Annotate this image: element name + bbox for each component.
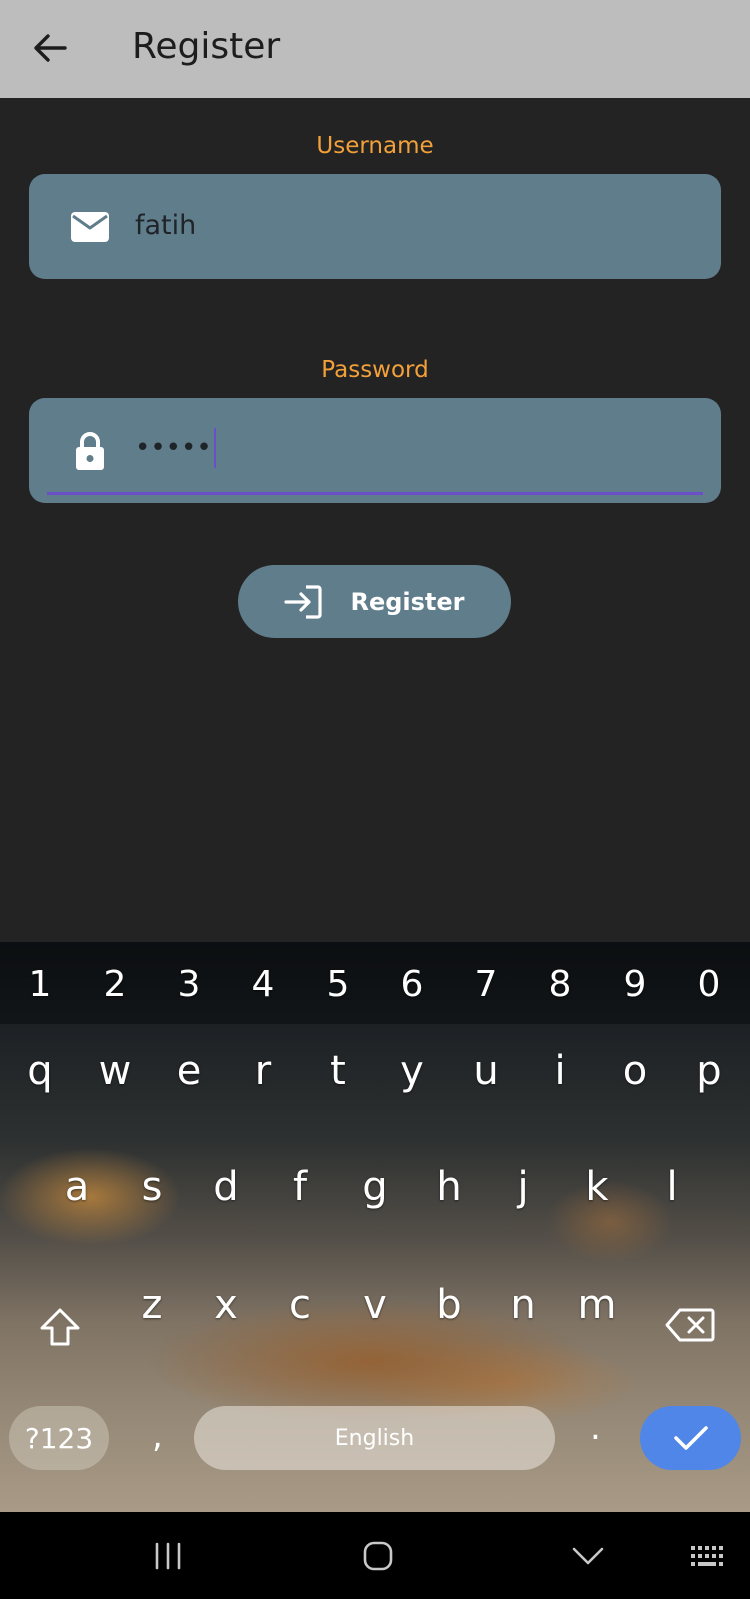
key-i[interactable]: i — [554, 1048, 565, 1094]
keyboard-switch-button[interactable] — [688, 1534, 728, 1578]
system-nav-bar — [0, 1512, 750, 1599]
key-0[interactable]: 0 — [698, 964, 721, 1005]
key-h[interactable]: h — [436, 1164, 461, 1210]
key-x[interactable]: x — [214, 1282, 238, 1328]
space-key[interactable]: English — [194, 1406, 555, 1470]
key-v[interactable]: v — [363, 1282, 387, 1328]
login-icon — [284, 584, 323, 619]
key-o[interactable]: o — [623, 1048, 647, 1094]
check-icon — [673, 1426, 708, 1450]
key-j[interactable]: j — [517, 1164, 528, 1210]
key-2[interactable]: 2 — [104, 964, 127, 1005]
key-8[interactable]: 8 — [549, 964, 572, 1005]
hide-keyboard-icon — [572, 1547, 604, 1565]
password-dots: ••••• — [135, 433, 212, 463]
username-label: Username — [316, 133, 434, 159]
key-4[interactable]: 4 — [252, 964, 275, 1005]
key-z[interactable]: z — [142, 1282, 163, 1328]
password-value: ••••• — [135, 428, 216, 468]
key-a[interactable]: a — [65, 1164, 90, 1210]
period-key[interactable]: . — [590, 1408, 601, 1448]
key-y[interactable]: y — [400, 1048, 424, 1094]
shift-key[interactable] — [36, 1306, 84, 1348]
key-p[interactable]: p — [696, 1048, 721, 1094]
keyboard-icon — [691, 1546, 723, 1566]
password-label: Password — [321, 357, 429, 383]
key-s[interactable]: s — [142, 1164, 163, 1210]
focus-underline — [47, 492, 703, 495]
register-button[interactable]: Register — [238, 565, 511, 638]
arrow-left-icon — [34, 34, 67, 62]
key-g[interactable]: g — [362, 1164, 387, 1210]
home-button[interactable] — [356, 1534, 400, 1578]
lock-icon — [69, 430, 111, 472]
key-6[interactable]: 6 — [401, 964, 424, 1005]
backspace-icon — [665, 1308, 715, 1342]
back-button[interactable] — [22, 22, 78, 74]
recents-button[interactable] — [148, 1534, 188, 1578]
key-q[interactable]: q — [27, 1048, 52, 1094]
key-r[interactable]: r — [255, 1048, 271, 1094]
key-3[interactable]: 3 — [178, 964, 201, 1005]
mail-icon — [69, 206, 111, 248]
username-field[interactable]: fatih — [29, 174, 721, 279]
username-value: fatih — [135, 210, 197, 241]
key-d[interactable]: d — [213, 1164, 238, 1210]
comma-key[interactable]: , — [152, 1416, 163, 1456]
register-button-label: Register — [350, 587, 465, 616]
key-5[interactable]: 5 — [327, 964, 350, 1005]
key-c[interactable]: c — [289, 1282, 311, 1328]
key-k[interactable]: k — [585, 1164, 608, 1210]
key-9[interactable]: 9 — [624, 964, 647, 1005]
key-b[interactable]: b — [436, 1282, 461, 1328]
key-l[interactable]: l — [666, 1164, 677, 1210]
shift-icon — [40, 1308, 80, 1346]
key-t[interactable]: t — [330, 1048, 346, 1094]
key-f[interactable]: f — [293, 1164, 307, 1210]
key-n[interactable]: n — [510, 1282, 535, 1328]
recents-icon — [155, 1542, 181, 1570]
key-u[interactable]: u — [473, 1048, 498, 1094]
home-icon — [363, 1541, 393, 1571]
app-bar: Register — [0, 0, 750, 98]
text-caret — [213, 428, 216, 468]
backspace-key[interactable] — [664, 1306, 716, 1344]
key-m[interactable]: m — [578, 1282, 617, 1328]
key-1[interactable]: 1 — [29, 964, 52, 1005]
key-e[interactable]: e — [177, 1048, 202, 1094]
key-7[interactable]: 7 — [475, 964, 498, 1005]
password-field[interactable]: ••••• — [29, 398, 721, 503]
key-w[interactable]: w — [99, 1048, 132, 1094]
page-title: Register — [132, 26, 281, 67]
soft-keyboard: 1 2 3 4 5 6 7 8 9 0 q w e r t y u i o p … — [0, 942, 750, 1512]
done-key[interactable] — [640, 1406, 741, 1470]
hide-keyboard-button[interactable] — [568, 1534, 608, 1578]
symbols-key[interactable]: ?123 — [9, 1406, 109, 1470]
